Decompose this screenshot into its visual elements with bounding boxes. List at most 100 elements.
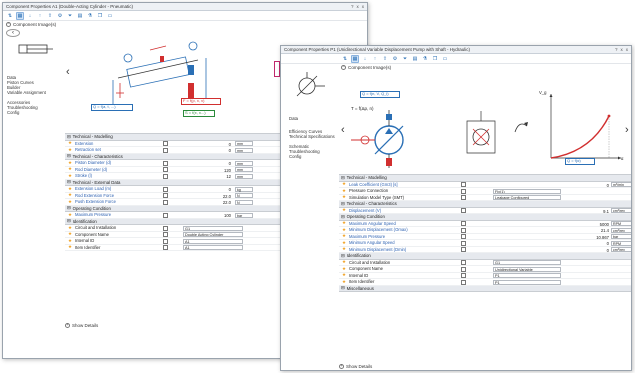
collapse-icon[interactable]: − bbox=[6, 21, 11, 27]
filter-icon[interactable]: ⏷ bbox=[401, 55, 409, 63]
property-value[interactable]: 10.867 bbox=[569, 235, 609, 240]
property-text-field[interactable]: P1 bbox=[493, 279, 561, 285]
property-value[interactable]: 21.4 bbox=[569, 228, 609, 233]
property-checkbox[interactable] bbox=[163, 167, 168, 172]
property-checkbox[interactable] bbox=[163, 232, 168, 237]
unit-select[interactable]: cm³/rev bbox=[611, 247, 631, 252]
group-toggle-icon[interactable]: ⊟ bbox=[67, 205, 71, 211]
property-row[interactable]: ★ Item Identifier A1 bbox=[65, 244, 285, 251]
property-checkbox[interactable] bbox=[461, 247, 466, 252]
group-toggle-icon[interactable]: ⊟ bbox=[341, 253, 345, 259]
help-button[interactable]: ? bbox=[351, 4, 354, 9]
group-toggle-icon[interactable]: ⊟ bbox=[341, 175, 345, 181]
filter-icon[interactable]: ⏷ bbox=[66, 12, 74, 20]
unit-select[interactable]: mm bbox=[235, 141, 253, 146]
property-value[interactable]: 0 bbox=[189, 148, 231, 153]
expand-icon[interactable]: + bbox=[65, 323, 70, 328]
chart-icon[interactable]: ▤ bbox=[411, 55, 419, 63]
property-text-field[interactable]: G1 bbox=[493, 260, 561, 265]
property-checkbox[interactable] bbox=[461, 227, 466, 233]
property-checkbox[interactable] bbox=[461, 266, 466, 272]
settings-icon[interactable]: ⚙ bbox=[391, 55, 399, 63]
property-value[interactable]: 0 bbox=[189, 161, 231, 166]
sort-icon[interactable]: ⇅ bbox=[341, 55, 349, 63]
grid-view-icon[interactable]: ▦ bbox=[16, 11, 24, 20]
property-checkbox[interactable] bbox=[461, 195, 466, 200]
pin-button[interactable]: x bbox=[621, 47, 623, 52]
show-details-toggle[interactable]: + Show Details bbox=[65, 323, 98, 328]
property-value[interactable]: 0 bbox=[569, 183, 609, 188]
property-value[interactable]: 22.0 bbox=[189, 200, 231, 205]
favorite-star-icon[interactable]: ★ bbox=[65, 140, 75, 146]
favorite-star-icon[interactable]: ★ bbox=[65, 186, 75, 192]
property-checkbox[interactable] bbox=[163, 141, 168, 146]
favorite-star-icon[interactable]: ★ bbox=[339, 272, 349, 278]
pin-button[interactable]: x bbox=[357, 4, 359, 9]
unit-select[interactable]: RPM bbox=[611, 240, 631, 246]
property-checkbox[interactable] bbox=[461, 240, 466, 246]
property-checkbox[interactable] bbox=[163, 238, 168, 244]
property-checkbox[interactable] bbox=[163, 245, 168, 250]
property-row[interactable]: ★Displacement (V)9.1cm³/rev⚑ bbox=[339, 207, 631, 214]
unit-select[interactable]: mm bbox=[235, 167, 253, 172]
library-icon[interactable]: ⚗ bbox=[421, 55, 429, 63]
unit-select[interactable]: RPM bbox=[611, 221, 631, 226]
group-toggle-icon[interactable]: ⊟ bbox=[341, 285, 345, 291]
property-checkbox[interactable] bbox=[163, 225, 168, 231]
property-checkbox[interactable] bbox=[163, 186, 168, 192]
property-row[interactable]: ★ Simulation Model Type (SMT) Leakage Conf… bbox=[339, 194, 631, 201]
property-value[interactable]: 22.0 bbox=[189, 194, 231, 199]
settings-icon[interactable]: ⚙ bbox=[56, 12, 64, 20]
property-checkbox[interactable] bbox=[461, 234, 466, 239]
sidebar-item-config[interactable]: Config bbox=[289, 154, 335, 159]
property-text-field[interactable]: Fix(1) bbox=[493, 188, 561, 194]
favorite-star-icon[interactable]: ★ bbox=[65, 166, 75, 172]
unit-select[interactable]: kg bbox=[235, 186, 253, 192]
property-text-field[interactable]: Leakage Configured bbox=[493, 195, 561, 200]
next-image-arrow[interactable]: › bbox=[625, 124, 629, 136]
favorite-star-icon[interactable]: ★ bbox=[339, 188, 349, 194]
group-toggle-icon[interactable]: ⊟ bbox=[67, 179, 71, 185]
property-text-field[interactable]: P1 bbox=[493, 273, 561, 278]
group-toggle-icon[interactable]: ⊟ bbox=[67, 134, 71, 140]
property-text-field[interactable]: Unidirectional Variable bbox=[493, 266, 561, 272]
favorite-star-icon[interactable]: ★ bbox=[65, 238, 75, 244]
sort-asc-icon[interactable]: ↓ bbox=[26, 12, 34, 20]
property-checkbox[interactable] bbox=[163, 160, 168, 166]
favorite-star-icon[interactable]: ★ bbox=[65, 173, 75, 179]
sort-desc-icon[interactable]: ↑ bbox=[371, 55, 379, 63]
property-checkbox[interactable] bbox=[461, 221, 466, 226]
close-button[interactable]: x bbox=[362, 4, 364, 9]
unit-select[interactable]: mm bbox=[235, 173, 253, 179]
unit-select[interactable]: mm bbox=[235, 160, 253, 166]
unit-select[interactable]: mm bbox=[235, 147, 253, 153]
favorite-star-icon[interactable]: ★ bbox=[339, 220, 349, 226]
unit-select[interactable]: N bbox=[235, 199, 253, 205]
property-text-field[interactable]: A1 bbox=[183, 238, 243, 244]
unit-select[interactable]: N bbox=[235, 193, 253, 198]
favorite-star-icon[interactable]: ★ bbox=[65, 212, 75, 218]
window-icon[interactable]: ▭ bbox=[106, 12, 114, 20]
grid-view-icon[interactable]: ▦ bbox=[351, 54, 359, 63]
favorite-star-icon[interactable]: ★ bbox=[339, 194, 349, 200]
favorite-star-icon[interactable]: ★ bbox=[65, 231, 75, 237]
expand-icon[interactable]: + bbox=[339, 364, 344, 369]
property-checkbox[interactable] bbox=[461, 273, 466, 278]
property-value[interactable]: 0 bbox=[569, 241, 609, 246]
property-row[interactable]: ★Item IdentifierP1⚑ bbox=[339, 279, 631, 286]
favorite-star-icon[interactable]: ★ bbox=[339, 181, 349, 187]
back-icon[interactable]: ‹ bbox=[6, 29, 20, 37]
property-row[interactable]: ★Minimum Displacement (Dmin)0cm³/rev⚑ bbox=[339, 246, 631, 253]
property-value[interactable]: 5000 bbox=[569, 222, 609, 227]
favorite-star-icon[interactable]: ★ bbox=[65, 225, 75, 231]
component-image-section[interactable]: − Component Image(s) bbox=[281, 64, 631, 70]
unit-select[interactable]: bar bbox=[611, 234, 631, 239]
favorite-star-icon[interactable]: ★ bbox=[339, 240, 349, 246]
sort-desc-icon[interactable]: ↑ bbox=[36, 12, 44, 20]
favorite-star-icon[interactable]: ★ bbox=[339, 266, 349, 272]
library-icon[interactable]: ⚗ bbox=[86, 12, 94, 20]
close-button[interactable]: x bbox=[626, 47, 628, 52]
property-row[interactable]: ★ Maximum Pressure 100 bar bbox=[65, 212, 285, 219]
group-toggle-icon[interactable]: ⊟ bbox=[341, 214, 345, 220]
property-checkbox[interactable] bbox=[163, 199, 168, 205]
